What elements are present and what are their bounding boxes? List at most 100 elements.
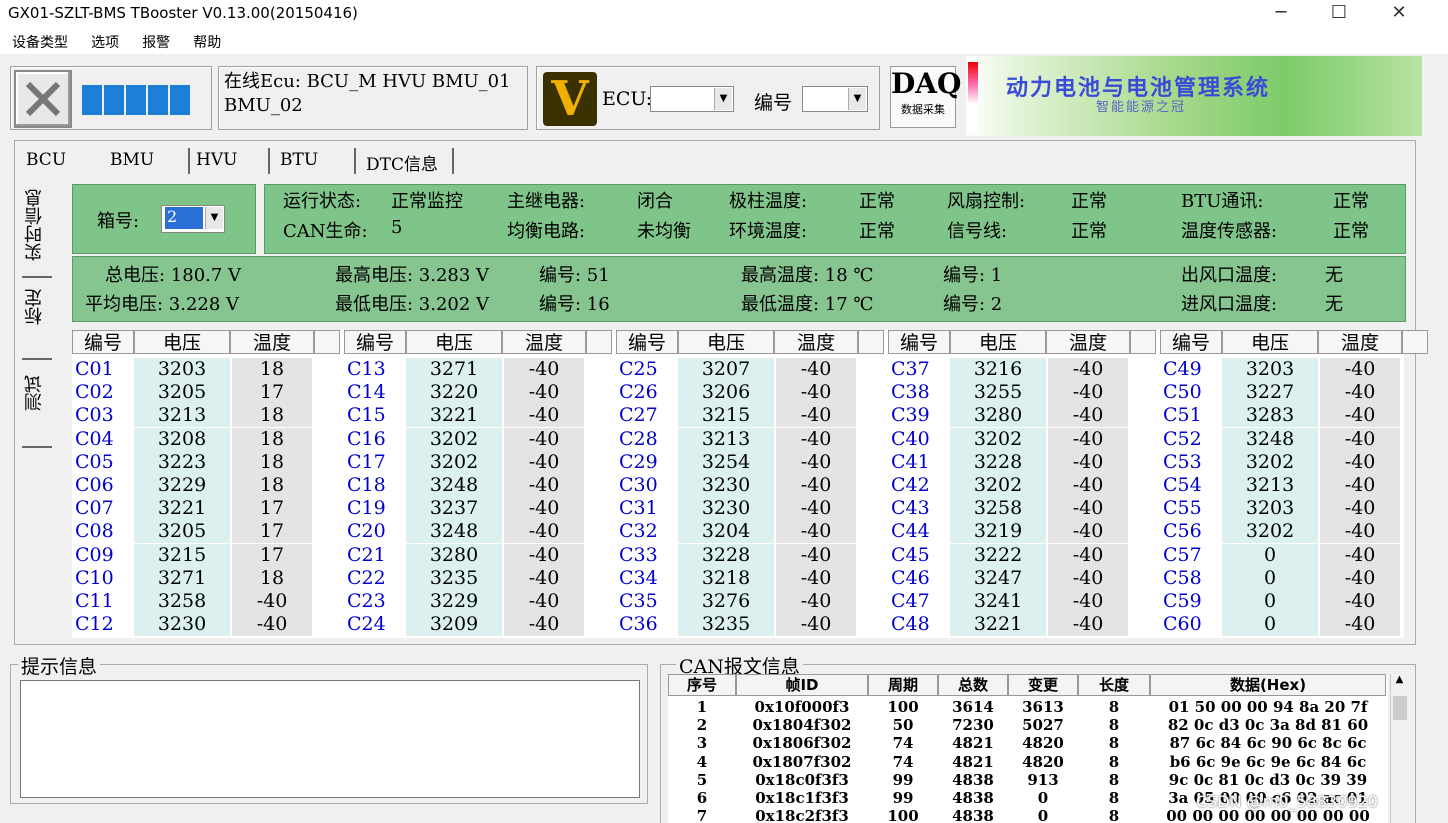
- status-value: 正常: [1333, 191, 1369, 212]
- cell-temperature: -40: [504, 404, 584, 428]
- cell-voltage: 3220: [406, 381, 502, 405]
- cell-voltage: 3202: [406, 427, 502, 451]
- can-cell: 4821: [952, 734, 994, 753]
- cell-id: C40: [891, 427, 930, 450]
- chevron-down-icon[interactable]: ▼: [848, 88, 866, 110]
- cell-voltage: 3230: [678, 474, 774, 497]
- can-cell: 3613: [1022, 698, 1064, 716]
- daq-subtitle: 数据采集: [901, 103, 945, 116]
- chevron-down-icon[interactable]: ▼: [205, 207, 223, 229]
- menu-alarm[interactable]: 报警: [142, 32, 170, 52]
- min-temperature-no: 编号: 2: [943, 294, 1003, 315]
- cell-voltage: 0: [1222, 566, 1318, 590]
- cell-id: C51: [1163, 404, 1202, 427]
- cell-id: C14: [347, 381, 386, 404]
- cell-temperature: -40: [1320, 358, 1400, 381]
- status-label: 主继电器:: [507, 191, 586, 212]
- tab-hvu[interactable]: HVU: [188, 148, 270, 174]
- min-voltage: 最低电压: 3.202 V: [335, 294, 490, 315]
- cell-id: C37: [891, 358, 930, 380]
- cell-voltage: 3280: [950, 404, 1046, 428]
- cell-temperature: -40: [1320, 427, 1400, 451]
- can-cell: 5: [696, 770, 708, 789]
- cell-id: C07: [75, 497, 114, 520]
- can-cell: 100: [887, 698, 919, 716]
- cell-temperature: -40: [504, 358, 584, 381]
- vtab-calibration[interactable]: 标定: [22, 280, 52, 334]
- cell-voltage: 3247: [950, 566, 1046, 590]
- cell-temperature: -40: [1048, 566, 1128, 590]
- cell-temperature: -40: [1048, 520, 1128, 544]
- minimize-button[interactable]: ─: [1252, 0, 1310, 28]
- tab-dtc[interactable]: DTC信息: [358, 148, 454, 175]
- status-panel: 运行状态: 正常监控 主继电器: 闭合 极柱温度: 正常 风扇控制: 正常 BTU通讯: 正常 CA…: [264, 184, 1406, 254]
- cell-voltage: 3248: [1222, 427, 1318, 451]
- chevron-up-icon[interactable]: ▲: [1391, 674, 1408, 685]
- cell-temperature: -40: [504, 427, 584, 451]
- inlet-temp-value: 无: [1325, 294, 1343, 315]
- close-button[interactable]: ✕: [1370, 0, 1428, 28]
- cell-voltage: 0: [1222, 590, 1318, 613]
- cell-voltage: 3229: [134, 474, 230, 497]
- can-cell: 3614: [952, 698, 994, 716]
- cell-voltage: 3207: [678, 358, 774, 381]
- cell-voltage: 3241: [950, 590, 1046, 613]
- tab-bcu[interactable]: BCU: [18, 148, 74, 174]
- column-header: 电压: [406, 330, 502, 354]
- hint-textarea[interactable]: [20, 680, 640, 798]
- scroll-thumb[interactable]: [1393, 696, 1407, 720]
- cell-id: C44: [891, 520, 930, 543]
- status-label: BTU通讯:: [1181, 191, 1264, 212]
- cell-id: C08: [75, 520, 114, 543]
- tab-btu[interactable]: BTU: [272, 148, 356, 174]
- menu-help[interactable]: 帮助: [193, 32, 221, 52]
- min-voltage-cell-no: 编号: 16: [539, 294, 610, 315]
- maximize-button[interactable]: ☐: [1310, 0, 1368, 28]
- disconnect-button[interactable]: [14, 70, 72, 128]
- cell-temperature: -40: [776, 427, 856, 451]
- cell-id: C33: [619, 543, 658, 566]
- cell-id: C15: [347, 404, 386, 427]
- can-scrollbar[interactable]: ▲: [1390, 674, 1408, 823]
- menu-options[interactable]: 选项: [91, 32, 119, 52]
- cell-voltage: 3202: [950, 474, 1046, 497]
- column-header: 温度: [502, 330, 586, 354]
- cell-temperature: 18: [232, 404, 312, 428]
- cell-voltage: 3258: [950, 497, 1046, 521]
- can-cell: 74: [892, 734, 914, 753]
- cell-voltage: 3221: [406, 404, 502, 428]
- cell-id: C05: [75, 450, 114, 473]
- cell-voltage: 3255: [950, 381, 1046, 405]
- cell-id: C35: [619, 590, 658, 612]
- close-x-icon: [25, 81, 61, 117]
- number-combobox[interactable]: ▼: [802, 86, 868, 112]
- status-label: 均衡电路:: [507, 221, 586, 242]
- box-number-panel: 箱号: 2 ▼: [72, 184, 256, 254]
- cell-voltage: 3235: [678, 613, 774, 637]
- cell-temperature: -40: [232, 590, 312, 613]
- status-label: 极柱温度:: [729, 191, 808, 212]
- box-number-select[interactable]: 2 ▼: [161, 205, 225, 233]
- cell-temperature: 18: [232, 427, 312, 451]
- cell-id: C32: [619, 520, 658, 543]
- summary-panel: 总电压: 180.7 V 平均电压: 3.228 V 最高电压: 3.283 V…: [72, 256, 1406, 322]
- vtab-test[interactable]: 测试: [22, 366, 52, 420]
- status-value: 正常监控: [391, 191, 463, 212]
- ecu-combobox[interactable]: ▼: [650, 86, 734, 112]
- chevron-down-icon[interactable]: ▼: [714, 88, 732, 110]
- cell-temperature: -40: [1320, 566, 1400, 590]
- column-header: 电压: [678, 330, 774, 354]
- cell-id: C21: [347, 543, 386, 566]
- can-cell: 0x1806f302: [752, 734, 852, 753]
- cell-voltage: 3237: [406, 497, 502, 521]
- daq-button[interactable]: DAQ 数据采集: [890, 66, 961, 128]
- vtab-realtime[interactable]: 实时信息: [22, 180, 52, 270]
- cell-voltage: 3221: [134, 497, 230, 521]
- menu-device-type[interactable]: 设备类型: [12, 32, 68, 52]
- cell-temperature: -40: [1320, 543, 1400, 567]
- header-spacer: [1130, 330, 1156, 354]
- can-cell: b6 6c 9e 6c 9e 6c 84 6c: [1169, 752, 1367, 771]
- cell-voltage: 3213: [678, 427, 774, 451]
- tab-bmu[interactable]: BMU: [102, 148, 190, 174]
- column-header: 温度: [230, 330, 314, 354]
